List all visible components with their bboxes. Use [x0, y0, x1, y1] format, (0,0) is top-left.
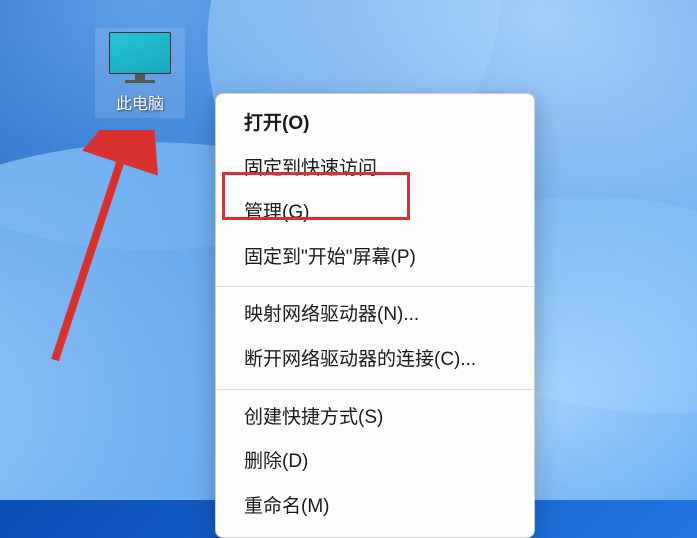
menu-item-pin-start[interactable]: 固定到"开始"屏幕(P)	[216, 236, 534, 281]
menu-separator	[216, 389, 534, 390]
menu-item-pin-quick-access[interactable]: 固定到快速访问	[216, 147, 534, 192]
menu-item-open[interactable]: 打开(O)	[216, 102, 534, 147]
menu-item-rename[interactable]: 重命名(M)	[216, 485, 534, 530]
this-pc-icon[interactable]: 此电脑	[95, 28, 185, 118]
context-menu: 打开(O) 固定到快速访问 管理(G) 固定到"开始"屏幕(P) 映射网络驱动器…	[215, 93, 535, 538]
monitor-icon	[109, 32, 171, 82]
menu-item-delete[interactable]: 删除(D)	[216, 440, 534, 485]
menu-item-manage[interactable]: 管理(G)	[216, 191, 534, 236]
menu-item-disconnect-drive[interactable]: 断开网络驱动器的连接(C)...	[216, 338, 534, 383]
menu-item-create-shortcut[interactable]: 创建快捷方式(S)	[216, 396, 534, 441]
menu-separator	[216, 286, 534, 287]
menu-item-map-drive[interactable]: 映射网络驱动器(N)...	[216, 293, 534, 338]
icon-label: 此电脑	[99, 90, 181, 114]
